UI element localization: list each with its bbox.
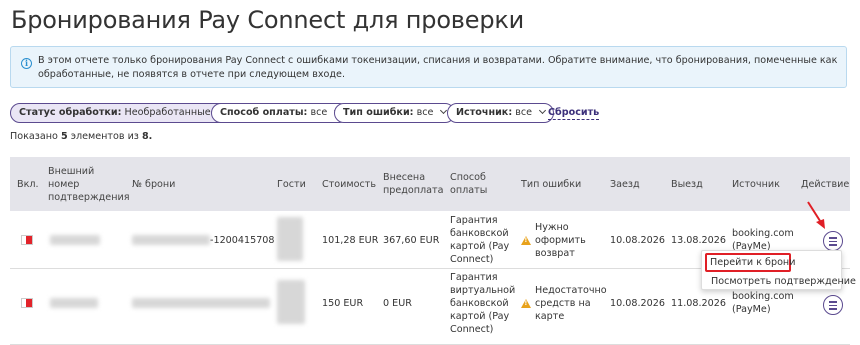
external-number-redacted: [50, 235, 100, 245]
col-external-number: Внешний номер подтверждения: [48, 166, 130, 203]
warning-icon: [521, 236, 531, 245]
filter-error-type[interactable]: Тип ошибки: все: [334, 103, 456, 123]
source-value: booking.com (PayMe): [732, 291, 794, 315]
prepaid-value: 367,60 EUR: [383, 235, 440, 246]
booking-number-redacted: [132, 298, 270, 308]
page-title: Бронирования Pay Connect для проверки: [11, 6, 525, 34]
error-type-value: Нужно оформить возврат: [535, 222, 586, 259]
col-checkout: Выезд: [671, 179, 703, 190]
booking-number-redacted: [132, 235, 210, 245]
info-text: В этом отчете только бронирования Pay Co…: [38, 55, 838, 80]
error-type-value: Недостаточно средств на карте: [535, 285, 607, 322]
arrow-annotation-icon: [807, 201, 825, 229]
results-prefix: Показано: [10, 131, 58, 142]
menu-item-view-confirmation[interactable]: Посмотреть подтверждение: [711, 275, 856, 288]
filter-payment-label: Способ оплаты:: [220, 107, 308, 118]
cost-value: 101,28 EUR: [322, 235, 379, 246]
filter-error-value: все: [416, 107, 434, 118]
cost-value: 150 EUR: [322, 298, 364, 309]
menu-item-go-to-booking[interactable]: Перейти к брони: [705, 253, 795, 272]
filter-error-label: Тип ошибки:: [343, 107, 414, 118]
filter-payment-method[interactable]: Способ оплаты: все: [211, 103, 350, 123]
booking-number-suffix[interactable]: -1200415708: [210, 234, 275, 247]
warning-icon: [521, 299, 531, 308]
col-source: Источник: [732, 179, 780, 190]
results-count: Показано 5 элементов из 8.: [10, 131, 152, 142]
guests-redacted: [277, 217, 303, 261]
reset-filters-link[interactable]: Сбросить: [548, 103, 600, 120]
col-guests: Гости: [277, 179, 306, 190]
col-error-type: Тип ошибки: [521, 179, 582, 190]
col-payment-method: Способ оплаты: [450, 172, 488, 196]
results-middle: элементов из: [70, 131, 139, 142]
chevron-down-icon: [539, 106, 547, 115]
checkin-value: 10.08.2026: [610, 298, 665, 309]
info-icon: i: [21, 58, 32, 69]
external-number-redacted: [50, 298, 98, 308]
filter-status-value: Необработанные: [124, 107, 211, 118]
col-prepaid: Внесена предоплата: [383, 172, 444, 196]
checkout-value: 13.08.2026: [671, 235, 726, 246]
table-header: Вкл. Внешний номер подтверждения № брони…: [10, 157, 850, 211]
filter-status-label: Статус обработки:: [19, 107, 122, 118]
flag-icon: [21, 235, 33, 245]
results-total: 8.: [141, 131, 153, 142]
col-checkin: Заезд: [610, 179, 640, 190]
payment-method-value: Гарантия банковской картой (Pay Connect): [450, 215, 510, 265]
row-actions-button[interactable]: [823, 231, 843, 251]
info-banner: i В этом отчете только бронирования Pay …: [10, 46, 847, 88]
guests-redacted: [277, 280, 305, 324]
results-shown: 5: [60, 131, 68, 142]
checkout-value: 11.08.2026: [671, 298, 726, 309]
checkin-value: 10.08.2026: [610, 235, 665, 246]
filter-status[interactable]: Статус обработки: Необработанные: [10, 103, 233, 123]
row-actions-menu: Перейти к брони Посмотреть подтверждение: [701, 250, 856, 290]
col-incl: Вкл.: [17, 179, 39, 190]
filter-source-label: Источник:: [456, 107, 513, 118]
row-actions-button[interactable]: [823, 295, 843, 315]
prepaid-value: 0 EUR: [383, 298, 412, 309]
col-booking-number: № брони: [132, 179, 176, 190]
payment-method-value: Гарантия виртуальной банковской картой (…: [450, 272, 516, 335]
filter-payment-value: все: [310, 107, 328, 118]
filter-source[interactable]: Источник: все: [447, 103, 555, 123]
filter-source-value: все: [515, 107, 533, 118]
col-cost: Стоимость: [322, 179, 377, 190]
flag-icon: [21, 298, 33, 308]
col-action: Действие: [801, 179, 850, 190]
